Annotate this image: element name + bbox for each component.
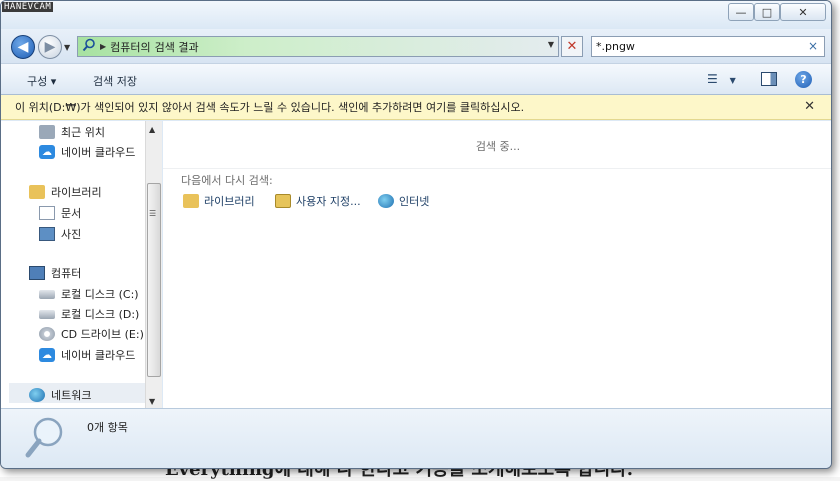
- search-again-libraries-link[interactable]: 라이브러리: [183, 193, 255, 209]
- nav-item-local-disk-d[interactable]: 로컬 디스크 (D:): [39, 305, 139, 323]
- nav-item-label: 컴퓨터: [51, 267, 82, 280]
- searching-status: 검색 중...: [475, 140, 521, 153]
- search-again-option-label: 라이브러리: [204, 195, 255, 208]
- nav-item-label: 로컬 디스크 (D:): [61, 308, 140, 321]
- back-button[interactable]: ◀: [11, 35, 35, 59]
- custom-folder-icon: [275, 194, 291, 208]
- scroll-down-arrow-icon[interactable]: ▼: [149, 397, 155, 406]
- change-view-button[interactable]: ☰ ▼: [707, 72, 741, 88]
- drive-icon: [39, 289, 55, 299]
- address-row: ◀ ▶ ▼ ▶ 컴퓨터의 검색 결과 ▼ ✕ *.pngw ×: [1, 29, 831, 63]
- search-folder-icon: [78, 38, 100, 55]
- close-button[interactable]: ✕: [780, 3, 826, 21]
- nav-item-pictures[interactable]: 사진: [39, 225, 81, 243]
- info-bar-message[interactable]: 이 위치(D:₩)가 색인되어 있지 않아서 검색 속도가 느릴 수 있습니다.…: [15, 99, 524, 115]
- clear-search-icon[interactable]: ×: [808, 39, 818, 53]
- nav-item-label: 네이버 클라우드: [61, 146, 136, 159]
- drive-icon: [39, 309, 55, 319]
- nav-item-label: 로컬 디스크 (C:): [61, 288, 139, 301]
- search-again-custom-link[interactable]: 사용자 지정...: [275, 193, 361, 209]
- preview-pane-icon[interactable]: [761, 72, 777, 86]
- breadcrumb-chevron-icon[interactable]: ▶: [100, 42, 106, 51]
- save-search-button[interactable]: 검색 저장: [93, 73, 137, 89]
- cd-drive-icon: [39, 327, 55, 341]
- nav-item-network[interactable]: 네트워크: [29, 386, 91, 404]
- scroll-up-arrow-icon[interactable]: ▲: [149, 125, 155, 134]
- nav-item-label: 네이버 클라우드: [61, 349, 136, 362]
- item-count: 0개 항목: [87, 421, 128, 434]
- nav-item-label: 사진: [61, 228, 82, 241]
- internet-icon: [378, 194, 394, 208]
- nav-item-naver-cloud[interactable]: ☁ 네이버 클라우드: [39, 143, 135, 161]
- nav-item-documents[interactable]: 문서: [39, 204, 81, 222]
- nav-item-label: CD 드라이브 (E:): [61, 328, 144, 341]
- command-bar: 구성 ▾ 검색 저장 ☰ ▼ ?: [1, 63, 831, 95]
- pictures-icon: [39, 227, 55, 241]
- nav-item-cd-drive-e[interactable]: CD 드라이브 (E:): [39, 325, 144, 343]
- details-pane: 0개 항목: [1, 408, 831, 468]
- search-again-option-label: 사용자 지정...: [296, 195, 361, 208]
- breadcrumb-item[interactable]: 컴퓨터의: [110, 39, 150, 55]
- search-again-internet-link[interactable]: 인터넷: [378, 193, 429, 209]
- nav-item-local-disk-c[interactable]: 로컬 디스크 (C:): [39, 285, 139, 303]
- search-again-option-label: 인터넷: [399, 195, 430, 208]
- nav-item-label: 라이브러리: [51, 186, 102, 199]
- minimize-button[interactable]: —: [728, 3, 754, 21]
- network-icon: [29, 388, 45, 402]
- nav-item-naver-cloud-drive[interactable]: ☁ 네이버 클라우드: [39, 346, 135, 364]
- results-pane: 검색 중... 다음에서 다시 검색: 라이브러리 사용자 지정... 인터넷: [163, 121, 831, 408]
- documents-icon: [39, 206, 55, 220]
- nav-item-label: 네트워크: [51, 389, 92, 402]
- watermark: HANEVCAM: [2, 2, 54, 12]
- divider: [163, 168, 831, 169]
- breadcrumb-item[interactable]: 검색 결과: [155, 39, 199, 55]
- scrollbar-grip-icon: ☰: [149, 209, 157, 218]
- forward-button[interactable]: ▶: [38, 35, 62, 59]
- index-info-bar[interactable]: 이 위치(D:₩)가 색인되어 있지 않아서 검색 속도가 느릴 수 있습니다.…: [1, 95, 831, 120]
- computer-icon: [29, 266, 45, 280]
- naver-cloud-icon: ☁: [39, 145, 55, 159]
- help-icon[interactable]: ?: [795, 71, 812, 88]
- organize-button[interactable]: 구성 ▾: [27, 73, 56, 89]
- search-again-label: 다음에서 다시 검색:: [181, 174, 273, 187]
- details-view-icon: ☰: [707, 72, 718, 86]
- nav-pane-scrollbar[interactable]: ▲ ☰ ▼: [145, 121, 162, 408]
- library-icon: [183, 194, 199, 208]
- recent-pages-dropdown-icon[interactable]: ▼: [64, 43, 70, 52]
- navigation-pane: 최근 위치 ☁ 네이버 클라우드 라이브러리 문서 사진 컴퓨터 로컬 디스크 …: [1, 121, 145, 408]
- nav-item-libraries[interactable]: 라이브러리: [29, 183, 102, 201]
- recent-places-icon: [39, 125, 55, 139]
- explorer-window: — □ ✕ ◀ ▶ ▼ ▶ 컴퓨터의 검색 결과 ▼ ✕ *.pngw × 구성…: [0, 0, 832, 469]
- chevron-down-icon: ▼: [729, 76, 736, 85]
- search-input[interactable]: *.pngw ×: [591, 36, 825, 57]
- maximize-button[interactable]: □: [754, 3, 780, 21]
- library-icon: [29, 185, 45, 199]
- address-dropdown-icon[interactable]: ▼: [548, 40, 554, 49]
- nav-item-label: 문서: [61, 207, 82, 220]
- naver-cloud-icon: ☁: [39, 348, 55, 362]
- nav-item-recent-places[interactable]: 최근 위치: [39, 123, 105, 141]
- nav-item-computer[interactable]: 컴퓨터: [29, 264, 81, 282]
- magnifier-icon: [25, 417, 63, 458]
- title-bar: — □ ✕: [1, 1, 831, 29]
- info-bar-close-icon[interactable]: ✕: [804, 99, 815, 114]
- address-bar[interactable]: ▶ 컴퓨터의 검색 결과 ▼: [77, 36, 559, 57]
- search-input-value[interactable]: *.pngw: [596, 40, 635, 53]
- nav-item-label: 최근 위치: [61, 126, 105, 139]
- stop-button[interactable]: ✕: [561, 36, 583, 57]
